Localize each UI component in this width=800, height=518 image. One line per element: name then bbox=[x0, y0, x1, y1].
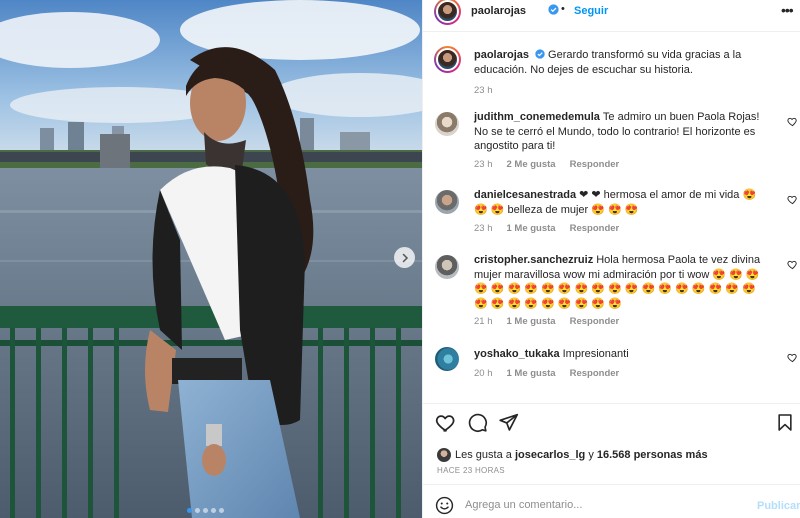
caption-meta: 23 h bbox=[474, 85, 493, 96]
caption-time: 23 h bbox=[474, 85, 493, 96]
caption-avatar[interactable] bbox=[434, 46, 461, 73]
comment-time: 23 h bbox=[474, 159, 493, 170]
post-photo[interactable] bbox=[0, 0, 422, 518]
comment-likes[interactable]: 1 Me gusta bbox=[507, 316, 556, 327]
commenter-avatar[interactable] bbox=[435, 112, 459, 136]
comment-meta: 23 h 2 Me gusta Responder bbox=[474, 159, 619, 170]
liker-avatar[interactable] bbox=[437, 448, 451, 462]
likes-summary: Les gusta a josecarlos_lg y 16.568 perso… bbox=[437, 448, 708, 462]
comment-text-block: judithm_conemedemula Te admiro un buen Pa… bbox=[474, 110, 772, 154]
carousel-dot bbox=[219, 508, 224, 513]
reply-button[interactable]: Responder bbox=[570, 223, 620, 234]
comment-likes[interactable]: 1 Me gusta bbox=[507, 368, 556, 379]
post-timestamp: HACE 23 HORAS bbox=[437, 466, 505, 475]
reply-button[interactable]: Responder bbox=[570, 316, 620, 327]
more-options-icon[interactable]: ••• bbox=[781, 2, 794, 18]
comment-username[interactable]: yoshako_tukaka bbox=[474, 348, 560, 360]
caption-text-block: paolarojas Gerardo transformó su vida gra… bbox=[474, 48, 772, 77]
verified-badge-icon bbox=[548, 4, 559, 15]
comment-like-heart-icon[interactable] bbox=[787, 259, 798, 270]
carousel-dot bbox=[203, 508, 208, 513]
chevron-right-icon bbox=[402, 253, 408, 262]
carousel-indicator bbox=[187, 508, 224, 513]
comment-time: 20 h bbox=[474, 368, 493, 379]
likes-count[interactable]: 16.568 personas más bbox=[597, 449, 708, 461]
likes-joiner: y bbox=[588, 449, 594, 461]
share-icon[interactable] bbox=[498, 412, 519, 433]
comment-likes[interactable]: 1 Me gusta bbox=[507, 223, 556, 234]
comment-input[interactable] bbox=[465, 496, 745, 514]
commenter-avatar[interactable] bbox=[435, 190, 459, 214]
liker-username[interactable]: josecarlos_lg bbox=[515, 449, 585, 461]
comment-composer: Publicar bbox=[423, 492, 800, 518]
comments-divider bbox=[423, 403, 800, 404]
comments-list[interactable]: paolarojas Gerardo transformó su vida gra… bbox=[423, 40, 800, 403]
save-icon[interactable] bbox=[775, 412, 795, 433]
comment-text-block: cristopher.sanchezruiz Hola hermosa Paola… bbox=[474, 253, 772, 311]
commenter-avatar[interactable] bbox=[435, 255, 459, 279]
comment-username[interactable]: judithm_conemedemula bbox=[474, 111, 600, 123]
commenter-avatar[interactable] bbox=[435, 347, 459, 371]
post-header: paolarojas • Seguir ••• bbox=[423, 0, 800, 25]
comment-time: 23 h bbox=[474, 223, 493, 234]
post-side-panel: paolarojas • Seguir ••• paolarojas Gerard… bbox=[422, 0, 800, 518]
caption-username[interactable]: paolarojas bbox=[474, 49, 529, 61]
heart-icon[interactable] bbox=[435, 412, 457, 434]
comment-like-heart-icon[interactable] bbox=[787, 352, 798, 363]
instagram-post-modal: paolarojas • Seguir ••• paolarojas Gerard… bbox=[0, 0, 800, 518]
likes-prefix: Les gusta a bbox=[455, 449, 512, 461]
comment-meta: 21 h 1 Me gusta Responder bbox=[474, 316, 619, 327]
carousel-dot bbox=[195, 508, 200, 513]
verified-badge-icon bbox=[535, 49, 545, 59]
reply-button[interactable]: Responder bbox=[570, 368, 620, 379]
comment-like-heart-icon[interactable] bbox=[787, 116, 798, 127]
composer-divider bbox=[423, 484, 800, 485]
comment-like-heart-icon[interactable] bbox=[787, 194, 798, 205]
carousel-dot bbox=[211, 508, 216, 513]
comment-text-block: yoshako_tukaka Impresionanti bbox=[474, 347, 772, 362]
next-photo-button[interactable] bbox=[394, 247, 415, 268]
comment-username[interactable]: danielcesanestrada bbox=[474, 189, 576, 201]
comment-icon[interactable] bbox=[467, 412, 488, 433]
comment-text-block: danielcesanestrada ❤ ❤ hermosa el amor de… bbox=[474, 188, 772, 217]
header-divider bbox=[423, 31, 800, 32]
comment-username[interactable]: cristopher.sanchezruiz bbox=[474, 254, 593, 266]
carousel-dot bbox=[187, 508, 192, 513]
publish-button[interactable]: Publicar bbox=[757, 500, 800, 512]
post-action-bar bbox=[423, 412, 800, 438]
header-separator: • bbox=[561, 3, 565, 15]
post-image bbox=[0, 0, 422, 518]
author-avatar[interactable] bbox=[434, 0, 461, 25]
follow-button[interactable]: Seguir bbox=[574, 5, 608, 17]
author-username[interactable]: paolarojas bbox=[471, 5, 526, 17]
reply-button[interactable]: Responder bbox=[570, 159, 620, 170]
comment-likes[interactable]: 2 Me gusta bbox=[507, 159, 556, 170]
emoji-icon[interactable] bbox=[435, 496, 454, 515]
comment-meta: 20 h 1 Me gusta Responder bbox=[474, 368, 619, 379]
comment-meta: 23 h 1 Me gusta Responder bbox=[474, 223, 619, 234]
comment-time: 21 h bbox=[474, 316, 493, 327]
comment-text: Impresionanti bbox=[562, 348, 629, 360]
